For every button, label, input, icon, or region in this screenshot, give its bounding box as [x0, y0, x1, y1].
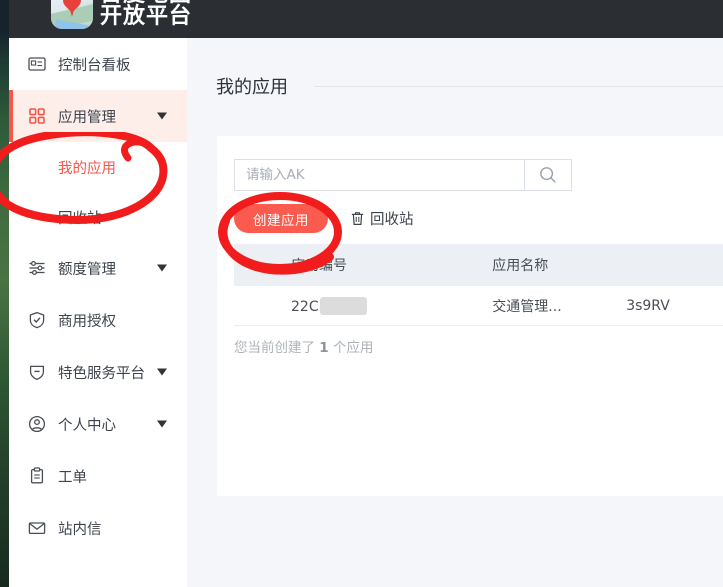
shield-minus-icon	[27, 363, 46, 382]
brand-logo[interactable]: du 百度地图 开放平台	[51, 0, 192, 29]
summary-count: 1	[319, 340, 329, 356]
page-title: 我的应用	[216, 77, 288, 98]
sidebar-item-label: 应用管理	[58, 109, 116, 126]
action-row: 创建应用 回收站	[234, 204, 414, 233]
cell-app-id: 22C	[234, 296, 492, 315]
header-divider	[314, 85, 723, 87]
sidebar-item-commercial-license[interactable]: 商用授权	[9, 294, 187, 346]
clipboard-icon	[27, 467, 46, 486]
main-content: 我的应用 创建应用	[187, 38, 723, 587]
sidebar-item-featured-service-platform[interactable]: 特色服务平台	[9, 346, 187, 398]
summary-prefix: 您当前创建了	[234, 340, 315, 356]
page-header: 我的应用	[216, 73, 723, 99]
column-header-app-name: 应用名称	[492, 258, 549, 274]
recycle-bin-label: 回收站	[370, 212, 414, 228]
trash-icon	[351, 212, 364, 225]
chevron-down-icon[interactable]	[157, 420, 167, 428]
logo-line-2: 开放平台	[100, 4, 193, 30]
sidebar-item-quota-management[interactable]: 额度管理	[9, 242, 187, 294]
apps-card-panel: 创建应用 回收站 应用编号 应用名称	[217, 136, 723, 496]
app-root: du 百度地图 开放平台 控制台看板 应用管理 我的应用 回收站	[0, 0, 723, 587]
dashboard-icon	[27, 55, 46, 74]
sidebar-subitem-recycle-bin[interactable]: 回收站	[9, 192, 187, 242]
logo-badge-text: du	[67, 0, 77, 2]
sidebar-item-label: 特色服务平台	[58, 365, 145, 382]
sidebar-item-label: 额度管理	[58, 261, 116, 278]
apps-count-summary: 您当前创建了 1 个应用	[234, 336, 374, 356]
chevron-down-icon[interactable]	[157, 112, 167, 120]
summary-suffix: 个应用	[333, 340, 374, 356]
sidebar-item-label: 站内信	[58, 521, 102, 538]
search-input[interactable]	[234, 159, 524, 191]
user-circle-icon	[27, 415, 46, 434]
search-icon	[540, 167, 556, 183]
shield-check-icon	[27, 311, 46, 330]
create-app-button[interactable]: 创建应用	[234, 204, 328, 233]
sidebar-item-work-order[interactable]: 工单	[9, 450, 187, 502]
cell-app-id-text: 22C	[291, 298, 319, 315]
sidebar-item-label: 工单	[58, 469, 87, 486]
sidebar-item-label: 控制台看板	[58, 57, 131, 74]
search-button[interactable]	[524, 159, 572, 191]
sidebar-item-app-management[interactable]: 应用管理	[9, 90, 187, 142]
apps-table: 应用编号 应用名称 22C 交通管理... 3s9RV	[234, 244, 723, 326]
sidebar-item-personal-center[interactable]: 个人中心	[9, 398, 187, 450]
chevron-down-icon[interactable]	[157, 368, 167, 376]
mail-icon	[27, 519, 46, 538]
search-bar	[234, 159, 572, 191]
redaction-mask	[319, 296, 367, 315]
grid-apps-icon	[27, 107, 46, 126]
top-header-bar: du 百度地图 开放平台	[9, 0, 723, 38]
cell-ak: 3s9RV	[626, 297, 670, 314]
chevron-down-icon[interactable]	[157, 264, 167, 272]
recycle-bin-link[interactable]: 回收站	[350, 208, 414, 229]
sidebar-subitem-label: 我的应用	[58, 160, 116, 177]
sidebar-item-dashboard[interactable]: 控制台看板	[9, 38, 187, 90]
sidebar-item-inbox[interactable]: 站内信	[9, 502, 187, 554]
desktop-wallpaper-strip	[0, 0, 9, 587]
sidebar-subitem-my-apps[interactable]: 我的应用	[9, 142, 187, 192]
sidebar-nav: 控制台看板 应用管理 我的应用 回收站 额度管理 商用授权 特色服务平台 个人中…	[9, 38, 187, 587]
cell-app-name: 交通管理...	[492, 298, 562, 315]
column-header-app-id: 应用编号	[291, 258, 347, 274]
table-row[interactable]: 22C 交通管理... 3s9RV	[234, 286, 723, 326]
sidebar-subitem-label: 回收站	[58, 210, 102, 227]
sliders-icon	[27, 259, 46, 278]
map-pin-logo-icon: du	[51, 0, 93, 29]
table-header-row: 应用编号 应用名称	[234, 244, 723, 286]
sidebar-item-label: 商用授权	[58, 313, 116, 330]
sidebar-item-label: 个人中心	[58, 417, 116, 434]
